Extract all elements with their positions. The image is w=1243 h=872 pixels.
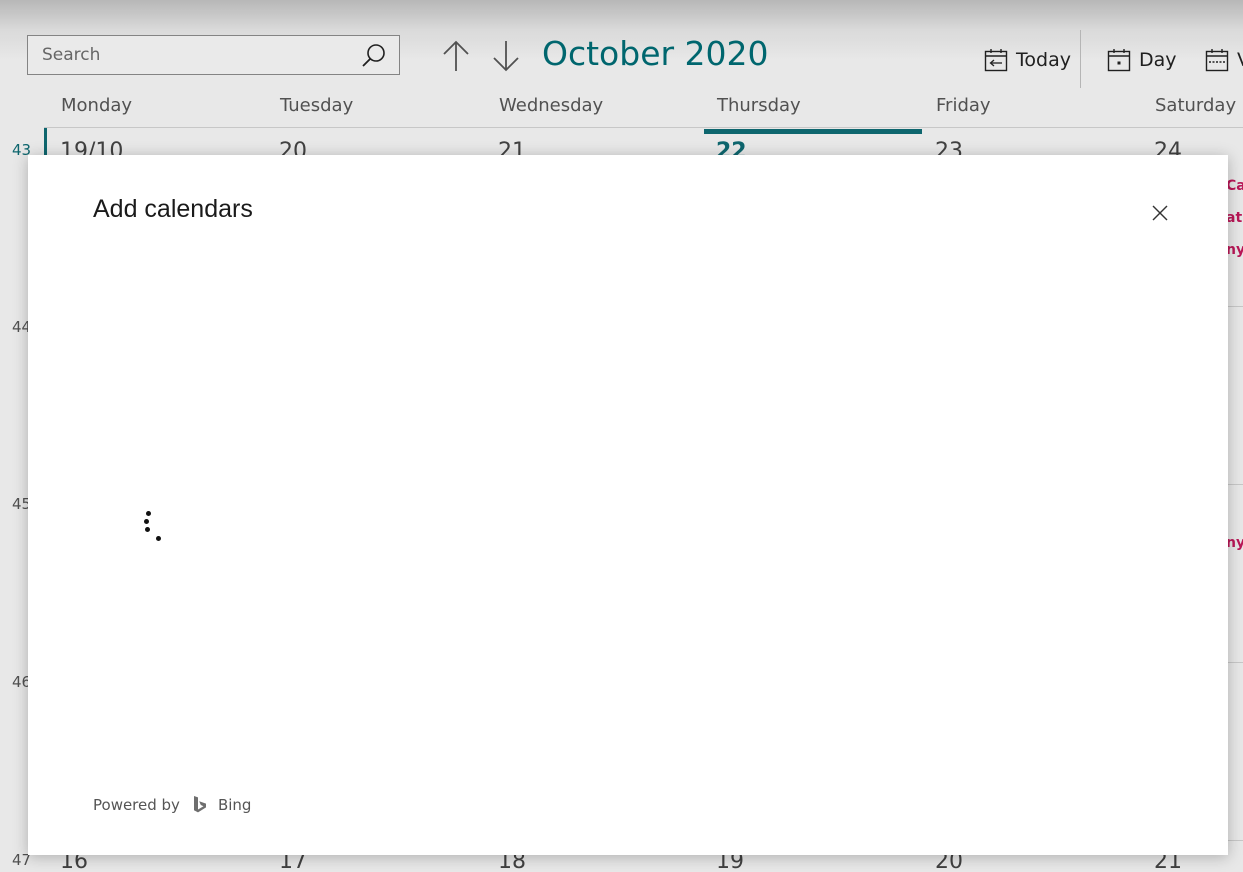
- powered-by-label: Powered by: [93, 796, 180, 814]
- provider-label: Bing: [217, 796, 252, 814]
- close-icon[interactable]: [1151, 204, 1169, 222]
- add-calendars-dialog: Add calendars Powered by Bing: [28, 155, 1228, 855]
- dialog-title: Add calendars: [93, 195, 253, 223]
- loading-spinner: [136, 505, 166, 545]
- bing-logo-icon: [193, 796, 206, 813]
- powered-by-bing: Powered by Bing: [93, 795, 251, 815]
